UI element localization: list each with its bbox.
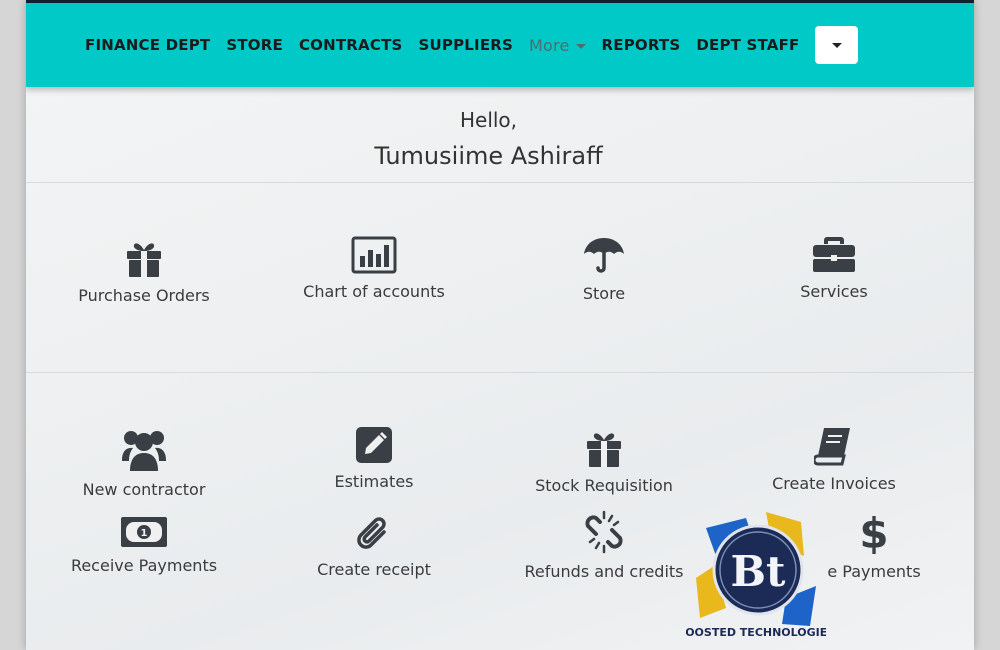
divider xyxy=(26,182,974,183)
tile-new-contractor[interactable]: New contractor xyxy=(29,428,259,499)
users-icon xyxy=(122,431,166,471)
tile-label: e Payments xyxy=(827,562,921,581)
tile-services[interactable]: Services xyxy=(719,234,949,301)
chevron-down-icon xyxy=(575,43,586,49)
svg-text:$: $ xyxy=(861,510,887,554)
navbar: FINANCE DEPT STORE CONTRACTS SUPPLIERS M… xyxy=(26,3,974,87)
gift-icon xyxy=(127,243,161,277)
tile-label: Create receipt xyxy=(317,560,431,579)
tile-estimates[interactable]: Estimates xyxy=(259,426,489,491)
tile-label: Estimates xyxy=(334,472,414,491)
tile-chart-of-accounts[interactable]: Chart of accounts xyxy=(259,236,489,301)
tile-label: Receive Payments xyxy=(70,556,218,575)
dollar-icon: $ xyxy=(861,510,887,554)
tile-receive-payments[interactable]: 1 Receive Payments xyxy=(29,516,259,575)
tile-stock-requisition[interactable]: Stock Requisition xyxy=(489,432,719,495)
paperclip-icon xyxy=(357,517,386,549)
nav-reports[interactable]: REPORTS xyxy=(602,36,681,54)
tile-label: Create Invoices xyxy=(772,474,896,493)
tile-create-invoices[interactable]: Create Invoices xyxy=(719,426,949,493)
tile-label: Refunds and credits xyxy=(524,562,684,581)
tile-label: Chart of accounts xyxy=(303,282,445,301)
tile-label: Purchase Orders xyxy=(78,286,210,305)
book-icon xyxy=(814,428,850,466)
user-name: Tumusiime Ashiraff xyxy=(374,142,603,170)
tile-label: Stock Requisition xyxy=(535,476,673,495)
nav-store[interactable]: STORE xyxy=(226,36,283,54)
money-bill-icon: 1 xyxy=(121,517,167,547)
bar-chart-icon xyxy=(351,236,397,274)
svg-text:BOOSTED TECHNOLOGIES: BOOSTED TECHNOLOGIES xyxy=(686,626,826,639)
svg-text:Bt: Bt xyxy=(731,547,786,596)
chevron-down-icon xyxy=(831,42,842,48)
svg-text:1: 1 xyxy=(141,528,148,539)
nav-dept-staff[interactable]: DEPT STAFF xyxy=(696,36,799,54)
umbrella-icon xyxy=(584,238,624,273)
nav-finance-dept[interactable]: FINANCE DEPT xyxy=(85,36,210,54)
nav-more-label: More xyxy=(529,35,570,55)
divider xyxy=(26,372,974,373)
user-menu-button[interactable] xyxy=(815,26,859,64)
nav-contracts[interactable]: CONTRACTS xyxy=(299,36,403,54)
gift-icon xyxy=(587,433,621,467)
tile-refunds-and-credits[interactable]: Refunds and credits xyxy=(489,510,719,581)
tile-create-receipt[interactable]: Create receipt xyxy=(259,514,489,579)
boosted-technologies-logo: Bt BOOSTED TECHNOLOGIES xyxy=(686,512,826,639)
nav-more-dropdown[interactable]: More xyxy=(529,35,586,55)
tile-label: New contractor xyxy=(82,480,206,499)
tile-store[interactable]: Store xyxy=(489,236,719,303)
tile-label: Store xyxy=(582,284,626,303)
tile-label: Services xyxy=(800,282,868,301)
tile-purchase-orders[interactable]: Purchase Orders xyxy=(29,242,259,305)
unlink-icon xyxy=(585,510,623,554)
app-frame: FINANCE DEPT STORE CONTRACTS SUPPLIERS M… xyxy=(26,0,974,650)
briefcase-icon xyxy=(813,237,855,272)
greeting-text: Hello, xyxy=(459,108,518,132)
nav-suppliers[interactable]: SUPPLIERS xyxy=(419,36,514,54)
pencil-square-icon xyxy=(356,427,392,463)
